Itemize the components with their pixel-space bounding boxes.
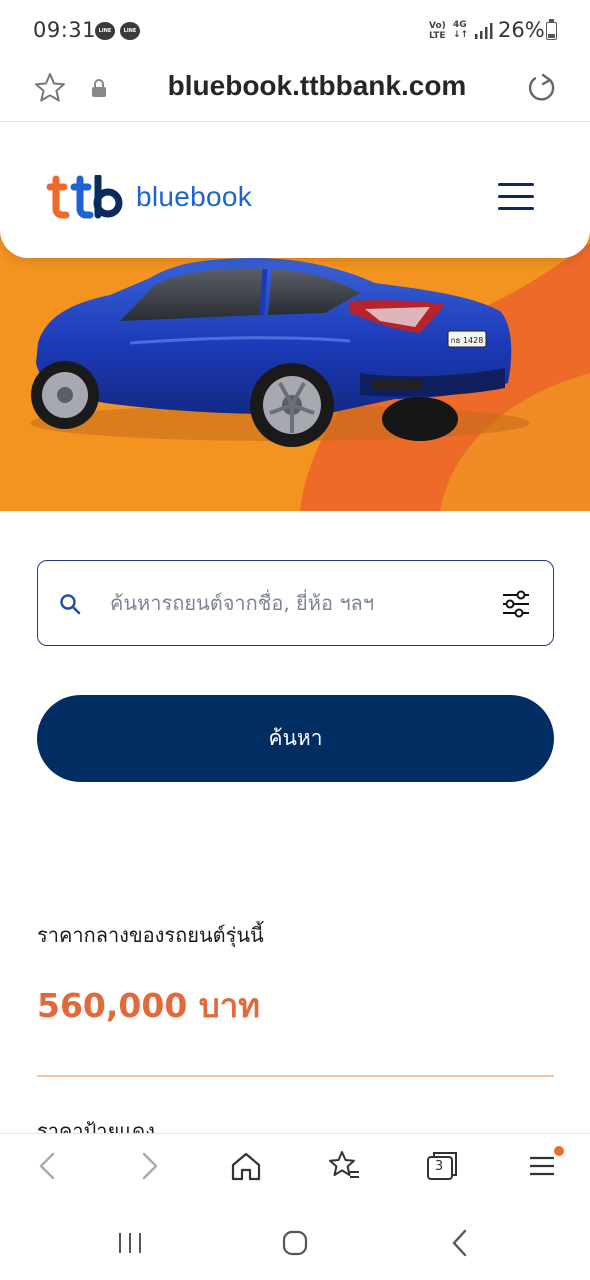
search-icon <box>60 594 81 615</box>
battery-icon <box>546 19 557 40</box>
reload-icon[interactable] <box>523 70 559 106</box>
red-plate-price-label: ราคาป้ายแดง <box>37 1119 155 1133</box>
hero-banner: กธ 1428 <box>0 223 590 511</box>
median-price-value: 560,000 บาท <box>37 986 261 1025</box>
home-icon[interactable] <box>228 1148 264 1184</box>
system-back-icon[interactable] <box>445 1227 477 1259</box>
signal-icon <box>475 23 493 39</box>
line-notification-icon: LINE <box>120 22 140 40</box>
url-text[interactable]: bluebook.ttbbank.com <box>130 70 504 102</box>
line-notification-icon: LINE <box>95 22 115 40</box>
tabs-button[interactable]: 3 <box>424 1148 460 1184</box>
license-plate: กธ 1428 <box>451 336 484 345</box>
notification-dot <box>554 1146 564 1156</box>
bookmark-star-icon[interactable] <box>32 70 68 106</box>
browser-url-bar: bluebook.ttbbank.com <box>0 62 590 122</box>
site-header: bluebook <box>0 123 590 258</box>
home-button-icon[interactable] <box>279 1227 311 1259</box>
hero-car-illustration: กธ 1428 <box>0 223 590 511</box>
search-input[interactable] <box>110 579 478 627</box>
section-divider <box>37 1075 554 1077</box>
back-arrow-icon[interactable] <box>30 1148 66 1184</box>
browser-toolbar: 3 <box>0 1133 590 1205</box>
tabs-count: 3 <box>434 1159 444 1174</box>
lock-icon[interactable] <box>90 78 108 98</box>
recent-apps-icon[interactable] <box>114 1227 146 1259</box>
bluebook-wordmark: bluebook <box>136 181 253 212</box>
hamburger-menu-icon[interactable] <box>498 183 534 211</box>
search-button[interactable]: ค้นหา <box>37 695 554 782</box>
search-box <box>37 560 554 646</box>
volte-indicator: Vo) LTE <box>429 21 446 41</box>
bookmarks-icon[interactable] <box>326 1148 362 1184</box>
forward-arrow-icon[interactable] <box>131 1148 167 1184</box>
system-navigation-bar <box>0 1205 590 1280</box>
filter-sliders-icon[interactable] <box>500 588 532 620</box>
status-bar: 09:31 LINE LINE Vo) LTE 4G ↓↑ 26% <box>0 0 590 62</box>
median-price-label: ราคากลางของรถยนต์รุ่นนี้ <box>37 923 264 947</box>
network-type-indicator: 4G ↓↑ <box>453 20 469 40</box>
battery-percent: 26% <box>498 18 545 42</box>
status-time: 09:31 <box>33 18 97 42</box>
ttb-logo[interactable] <box>44 175 124 219</box>
web-page: กธ 1428 bluebook ค้นหารถยนต์จากชื่อ, ยี่… <box>0 123 590 1133</box>
